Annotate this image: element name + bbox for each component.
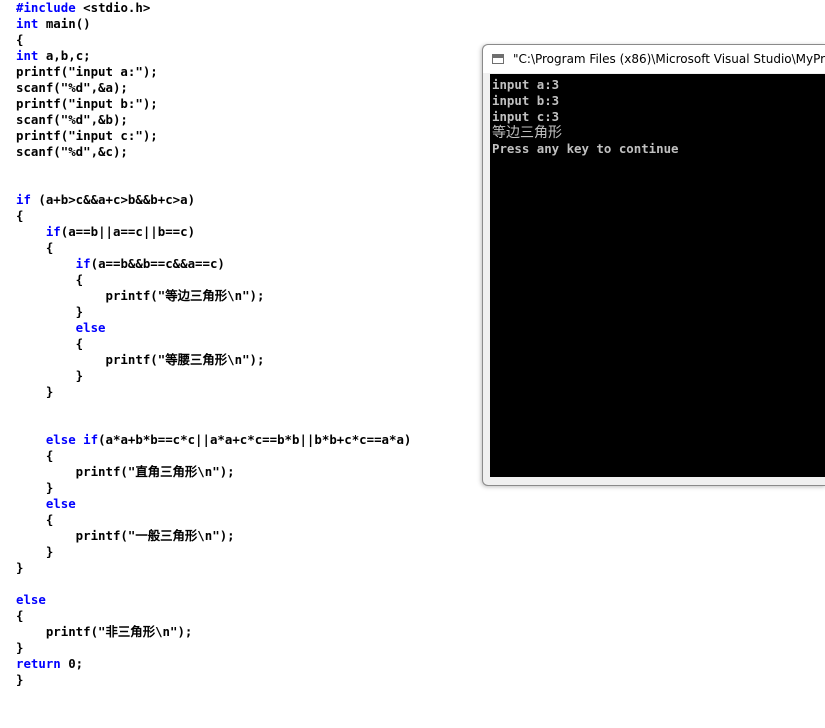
- code-text: }: [16, 384, 54, 399]
- code-text: printf("一般三角形\n");: [16, 528, 235, 543]
- code-text: {: [16, 240, 54, 255]
- code-line: }: [16, 672, 23, 688]
- code-line: }: [16, 368, 83, 384]
- code-line: #include <stdio.h>: [16, 0, 150, 16]
- code-text: main(): [38, 16, 91, 31]
- code-text: (a==b||a==c||b==c): [60, 224, 196, 239]
- code-line: {: [16, 272, 83, 288]
- code-line: scanf("%d",&a);: [16, 80, 128, 96]
- console-output-area[interactable]: input a:3 input b:3 input c:3 等边三角形 Press an…: [490, 74, 825, 477]
- code-text: (a*a+b*b==c*c||a*a+c*c==b*b||b*b+c*c==a*…: [98, 432, 412, 447]
- code-line: }: [16, 304, 83, 320]
- code-line: if(a==b&&b==c&&a==c): [16, 256, 225, 272]
- code-text: }: [16, 544, 54, 559]
- console-output-line: input b:3: [492, 93, 560, 108]
- code-line: printf("非三角形\n");: [16, 624, 193, 640]
- code-text: {: [16, 448, 54, 463]
- code-text: printf("等腰三角形\n");: [16, 352, 265, 367]
- console-output-line: input c:3: [492, 109, 560, 124]
- code-text: printf("非三角形\n");: [16, 624, 193, 639]
- console-titlebar[interactable]: "C:\Program Files (x86)\Microsoft Visual…: [483, 45, 825, 73]
- console-output-line: input a:3: [492, 77, 560, 92]
- code-line: {: [16, 336, 83, 352]
- code-line: return 0;: [16, 656, 83, 672]
- code-keyword: #include: [16, 0, 76, 15]
- code-line: }: [16, 480, 53, 496]
- code-keyword: return: [16, 656, 61, 671]
- code-text: {: [16, 208, 24, 223]
- console-title: "C:\Program Files (x86)\Microsoft Visual…: [513, 52, 825, 66]
- code-line: printf("等边三角形\n");: [16, 288, 265, 304]
- console-window[interactable]: "C:\Program Files (x86)\Microsoft Visual…: [482, 44, 825, 486]
- code-line: }: [16, 384, 53, 400]
- code-line: else: [16, 320, 106, 336]
- code-keyword: if: [16, 256, 91, 271]
- code-line: }: [16, 640, 23, 656]
- console-output-line: Press any key to continue: [492, 141, 679, 156]
- code-text: {: [16, 512, 54, 527]
- code-keyword: else: [16, 592, 46, 607]
- code-line: printf("input c:");: [16, 128, 158, 144]
- code-text: }: [16, 640, 24, 655]
- code-keyword: else: [16, 320, 106, 335]
- code-keyword: if: [16, 192, 31, 207]
- code-line: printf("input a:");: [16, 64, 158, 80]
- code-text: }: [16, 560, 24, 575]
- code-line: {: [16, 608, 23, 624]
- code-text: (a==b&&b==c&&a==c): [90, 256, 225, 271]
- code-line: int a,b,c;: [16, 48, 91, 64]
- code-line: {: [16, 240, 53, 256]
- code-text: printf("input a:");: [16, 64, 158, 79]
- code-keyword: if: [16, 224, 61, 239]
- code-text: }: [16, 368, 84, 383]
- code-text: printf("input b:");: [16, 96, 158, 111]
- code-line: int main(): [16, 16, 91, 32]
- code-line: printf("等腰三角形\n");: [16, 352, 265, 368]
- code-line: {: [16, 32, 23, 48]
- code-line: scanf("%d",&c);: [16, 144, 128, 160]
- code-keyword: int: [16, 48, 39, 63]
- code-line: if (a+b>c&&a+c>b&&b+c>a): [16, 192, 195, 208]
- code-line: {: [16, 512, 53, 528]
- code-text: {: [16, 272, 84, 287]
- code-text: }: [16, 672, 24, 687]
- code-text: {: [16, 608, 24, 623]
- code-line: {: [16, 208, 23, 224]
- code-text: }: [16, 304, 84, 319]
- code-text: 0;: [60, 656, 84, 671]
- console-app-icon: [492, 54, 504, 64]
- code-text: printf("直角三角形\n");: [16, 464, 235, 479]
- code-text: (a+b>c&&a+c>b&&b+c>a): [30, 192, 196, 207]
- code-text: printf("等边三角形\n");: [16, 288, 265, 303]
- code-text: }: [16, 480, 54, 495]
- code-line: printf("input b:");: [16, 96, 158, 112]
- code-keyword: int: [16, 16, 39, 31]
- code-line: if(a==b||a==c||b==c): [16, 224, 195, 240]
- code-line: printf("一般三角形\n");: [16, 528, 235, 544]
- code-line: else if(a*a+b*b==c*c||a*a+c*c==b*b||b*b+…: [16, 432, 412, 448]
- code-text: {: [16, 336, 84, 351]
- console-output-line: 等边三角形: [492, 125, 562, 141]
- code-line: scanf("%d",&b);: [16, 112, 128, 128]
- code-text: scanf("%d",&a);: [16, 80, 128, 95]
- code-line: }: [16, 544, 53, 560]
- code-text: scanf("%d",&c);: [16, 144, 128, 159]
- code-line: else: [16, 496, 76, 512]
- code-text: printf("input c:");: [16, 128, 158, 143]
- code-text: scanf("%d",&b);: [16, 112, 128, 127]
- code-text: a,b,c;: [38, 48, 91, 63]
- code-line: }: [16, 560, 23, 576]
- code-line: {: [16, 448, 53, 464]
- code-line: else: [16, 592, 46, 608]
- code-keyword: else if: [16, 432, 99, 447]
- code-text: <stdio.h>: [75, 0, 151, 15]
- code-keyword: else: [16, 496, 76, 511]
- code-text: {: [16, 32, 24, 47]
- code-line: printf("直角三角形\n");: [16, 464, 235, 480]
